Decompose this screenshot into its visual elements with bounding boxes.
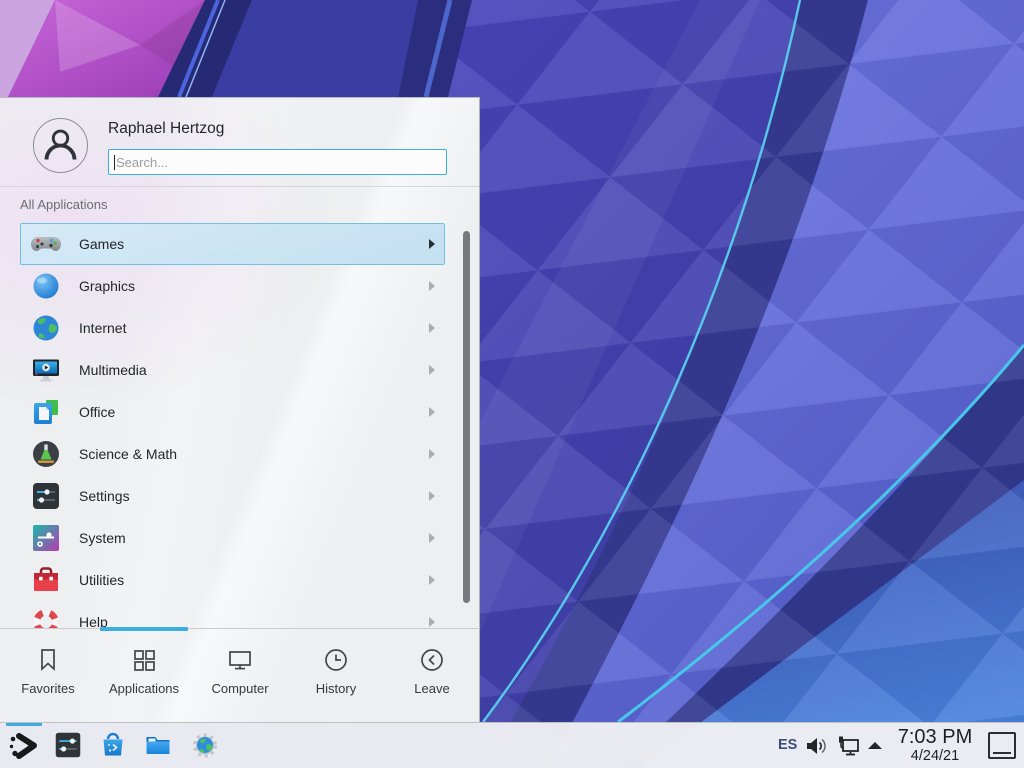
tab-computer[interactable]: Computer bbox=[192, 629, 288, 723]
system-slider-icon bbox=[30, 522, 62, 554]
paint-sphere-icon bbox=[30, 270, 62, 302]
header-divider bbox=[0, 186, 479, 187]
submenu-arrow-icon bbox=[429, 575, 435, 585]
submenu-arrow-icon bbox=[429, 449, 435, 459]
app-launcher-icon bbox=[7, 730, 39, 762]
software-bag-icon bbox=[99, 731, 127, 759]
category-label: Games bbox=[79, 236, 124, 252]
category-label: Help bbox=[79, 614, 108, 628]
tab-applications[interactable]: Applications bbox=[96, 629, 192, 723]
text-cursor bbox=[114, 155, 115, 170]
submenu-arrow-icon bbox=[429, 617, 435, 627]
file-manager-button[interactable] bbox=[144, 731, 174, 761]
category-label: Multimedia bbox=[79, 362, 147, 378]
clock-date: 4/24/21 bbox=[890, 749, 980, 764]
category-label: System bbox=[79, 530, 126, 546]
category-label: Utilities bbox=[79, 572, 124, 588]
list-scrollbar[interactable] bbox=[463, 231, 470, 603]
category-label: Science & Math bbox=[79, 446, 177, 462]
category-row-settings[interactable]: Settings bbox=[20, 475, 445, 517]
search-placeholder: Search... bbox=[116, 155, 168, 170]
category-row-utilities[interactable]: Utilities bbox=[20, 559, 445, 601]
section-label: All Applications bbox=[20, 197, 107, 212]
tab-leave[interactable]: Leave bbox=[384, 629, 480, 723]
documents-icon bbox=[30, 396, 62, 428]
discover-button[interactable] bbox=[99, 731, 129, 761]
globe-icon bbox=[30, 312, 62, 344]
system-settings-button[interactable] bbox=[54, 731, 84, 761]
tab-history[interactable]: History bbox=[288, 629, 384, 723]
category-label: Office bbox=[79, 404, 115, 420]
submenu-arrow-icon bbox=[429, 365, 435, 375]
submenu-arrow-icon bbox=[429, 491, 435, 501]
category-label: Graphics bbox=[79, 278, 135, 294]
gamepad-icon bbox=[30, 228, 62, 260]
expand-tray-icon bbox=[866, 740, 884, 752]
category-row-office[interactable]: Office bbox=[20, 391, 445, 433]
expand-tray-button[interactable] bbox=[866, 740, 884, 752]
lifebuoy-icon bbox=[30, 606, 62, 628]
media-screen-icon bbox=[30, 354, 62, 386]
tab-label: Computer bbox=[211, 681, 268, 696]
globe-gear-icon bbox=[191, 731, 219, 759]
submenu-arrow-icon bbox=[429, 533, 435, 543]
grid-icon bbox=[130, 646, 158, 674]
category-label: Internet bbox=[79, 320, 126, 336]
tab-label: History bbox=[316, 681, 356, 696]
settings-sliders-icon bbox=[54, 731, 82, 759]
volume-tray-item[interactable] bbox=[806, 735, 830, 757]
launcher-tab-bar: Favorites Applications Computer bbox=[0, 628, 480, 723]
volume-icon bbox=[806, 735, 830, 757]
user-name: Raphael Hertzog bbox=[108, 120, 224, 138]
tab-label: Leave bbox=[414, 681, 449, 696]
submenu-arrow-icon bbox=[429, 323, 435, 333]
keyboard-layout-indicator[interactable]: ES bbox=[778, 737, 797, 753]
clock-time: 7:03 PM bbox=[890, 726, 980, 749]
category-label: Settings bbox=[79, 488, 130, 504]
clock-icon bbox=[322, 646, 350, 674]
category-row-system[interactable]: System bbox=[20, 517, 445, 559]
category-row-games[interactable]: Games bbox=[20, 223, 445, 265]
user-icon bbox=[34, 118, 87, 173]
bookmark-icon bbox=[34, 646, 62, 674]
category-row-multimedia[interactable]: Multimedia bbox=[20, 349, 445, 391]
show-desktop-button[interactable] bbox=[988, 732, 1016, 759]
web-browser-button[interactable] bbox=[191, 731, 221, 761]
application-launcher-menu: Raphael Hertzog Search... All Applicatio… bbox=[0, 97, 480, 722]
network-tray-item[interactable] bbox=[836, 734, 862, 758]
digital-clock[interactable]: 7:03 PM 4/24/21 bbox=[890, 726, 980, 764]
category-list: Games Graphics Internet bbox=[0, 223, 480, 628]
toolbox-icon bbox=[30, 564, 62, 596]
network-icon bbox=[836, 734, 862, 758]
category-row-internet[interactable]: Internet bbox=[20, 307, 445, 349]
user-avatar[interactable] bbox=[33, 118, 88, 173]
category-row-help[interactable]: Help bbox=[20, 601, 445, 628]
submenu-arrow-icon bbox=[429, 407, 435, 417]
app-launcher-button[interactable] bbox=[7, 730, 39, 762]
tab-label: Applications bbox=[109, 681, 179, 696]
leave-icon bbox=[418, 646, 446, 674]
sliders-icon bbox=[30, 480, 62, 512]
computer-icon bbox=[226, 646, 254, 674]
tab-label: Favorites bbox=[21, 681, 74, 696]
submenu-arrow-icon bbox=[429, 281, 435, 291]
flask-icon bbox=[30, 438, 62, 470]
folder-icon bbox=[144, 731, 172, 759]
category-row-graphics[interactable]: Graphics bbox=[20, 265, 445, 307]
search-input[interactable]: Search... bbox=[108, 149, 447, 175]
submenu-arrow-icon bbox=[429, 239, 435, 249]
tab-favorites[interactable]: Favorites bbox=[0, 629, 96, 723]
launcher-active-indicator bbox=[6, 723, 42, 726]
category-row-science-math[interactable]: Science & Math bbox=[20, 433, 445, 475]
taskbar: ES 7:03 PM 4/24/21 bbox=[0, 722, 1024, 768]
